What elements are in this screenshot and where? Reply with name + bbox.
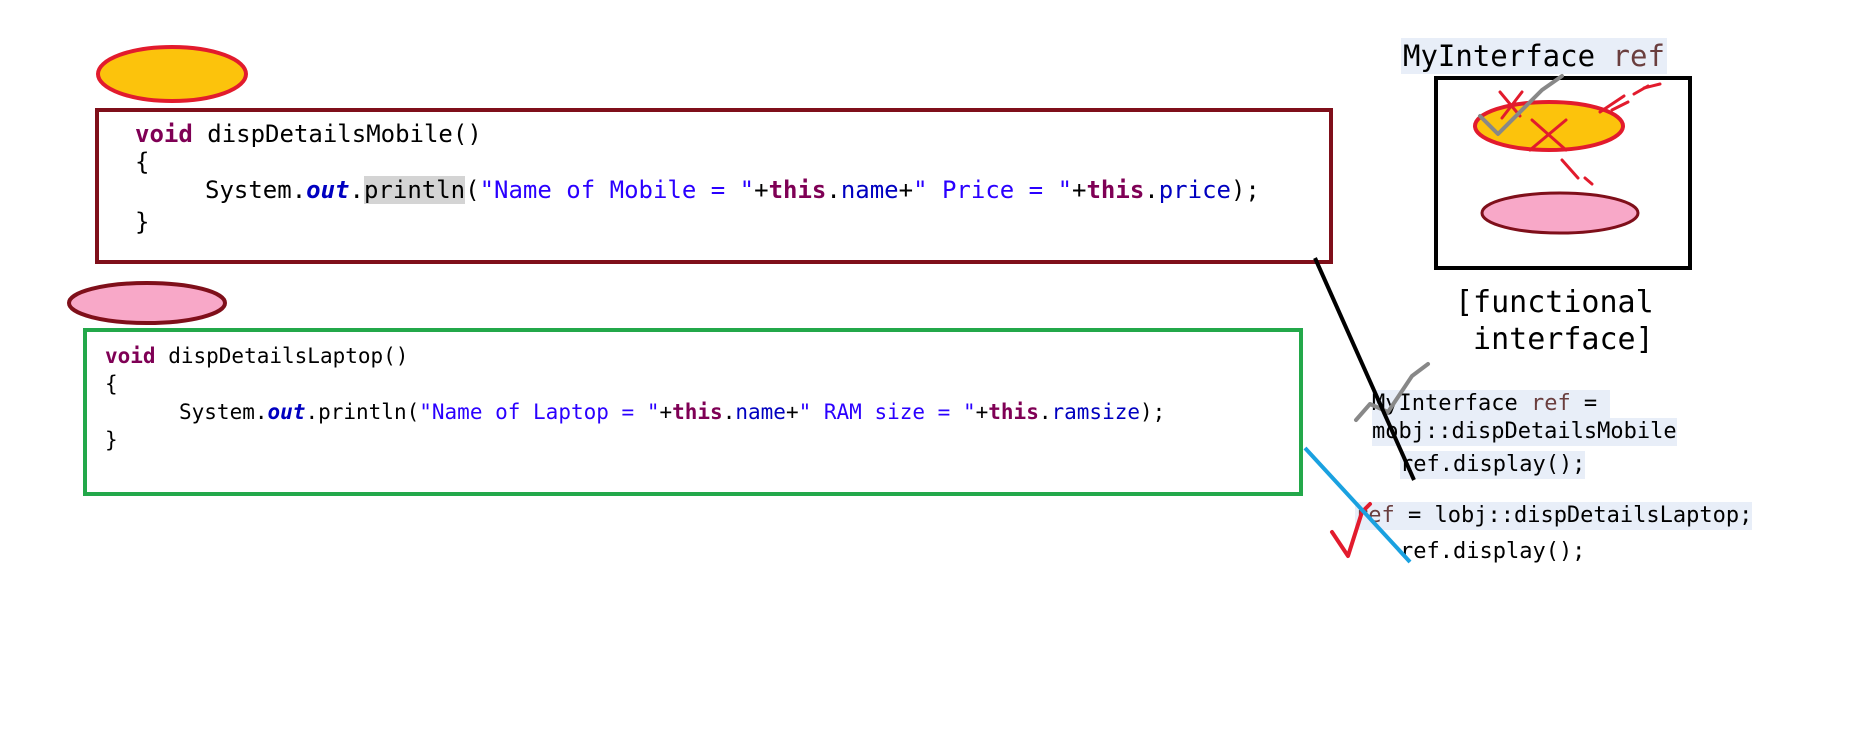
annotation-overlay (67, 45, 1662, 564)
interface-yellow-ellipse (1473, 100, 1625, 152)
diagram-canvas: void dispDetailsMobile() { System.out.pr… (0, 0, 1852, 743)
blue-connector-line (1303, 446, 1412, 564)
black-connector-line (1313, 257, 1416, 481)
yellow-ellipse (96, 45, 248, 103)
interface-pink-ellipse (1480, 191, 1640, 235)
pink-ellipse (67, 281, 227, 325)
